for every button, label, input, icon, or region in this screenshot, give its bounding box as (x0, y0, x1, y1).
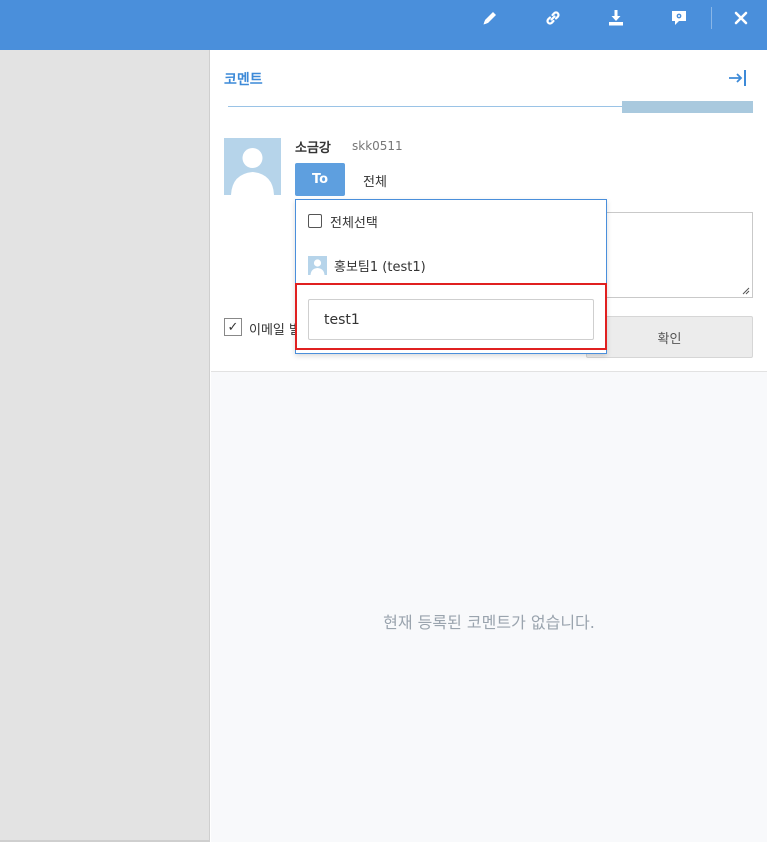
recipient-dropdown: 전체선택 홍보팀1 (test1) (295, 199, 607, 354)
user-name: 소금강 (295, 141, 331, 156)
panel-title: 코멘트 (224, 72, 263, 88)
comment-list: 현재 등록된 코멘트가 없습니다. (211, 371, 767, 842)
user-avatar-icon (308, 255, 327, 275)
document-viewer-area (0, 50, 210, 842)
email-label: 이메일 발송 (249, 323, 295, 338)
user-id: skk0511 (352, 139, 403, 153)
recipient-value[interactable]: 전체 (363, 171, 387, 190)
pencil-icon[interactable] (477, 6, 503, 30)
avatar (224, 138, 281, 195)
top-toolbar (0, 0, 767, 50)
list-item[interactable]: 홍보팀1 (test1) (308, 254, 426, 276)
download-icon[interactable] (603, 6, 629, 30)
collapse-right-icon[interactable] (727, 68, 749, 88)
comment-textarea[interactable] (595, 212, 753, 298)
comment-icon[interactable] (666, 6, 692, 30)
empty-message: 현재 등록된 코멘트가 없습니다. (383, 613, 595, 632)
link-icon[interactable] (540, 6, 566, 30)
close-icon[interactable] (728, 6, 754, 30)
confirm-button[interactable]: 확인 (586, 316, 753, 358)
resize-grip-icon[interactable] (742, 287, 750, 295)
list-item-label: 홍보팀1 (test1) (334, 259, 426, 275)
email-checkbox[interactable]: ✓ (224, 318, 242, 336)
recipient-search-input[interactable] (308, 299, 594, 340)
select-all-option[interactable]: 전체선택 (308, 210, 378, 232)
comment-panel: 코멘트 소금강 skk0511 To 전체 ✓ 이메일 발송 확인 현재 등록된… (211, 50, 767, 842)
title-underline (228, 106, 622, 107)
title-underline-accent (622, 101, 753, 113)
search-highlight (295, 283, 607, 350)
select-all-label: 전체선택 (330, 215, 378, 231)
select-all-checkbox[interactable] (308, 214, 322, 228)
to-button[interactable]: To (295, 163, 345, 196)
toolbar-divider (711, 7, 712, 29)
